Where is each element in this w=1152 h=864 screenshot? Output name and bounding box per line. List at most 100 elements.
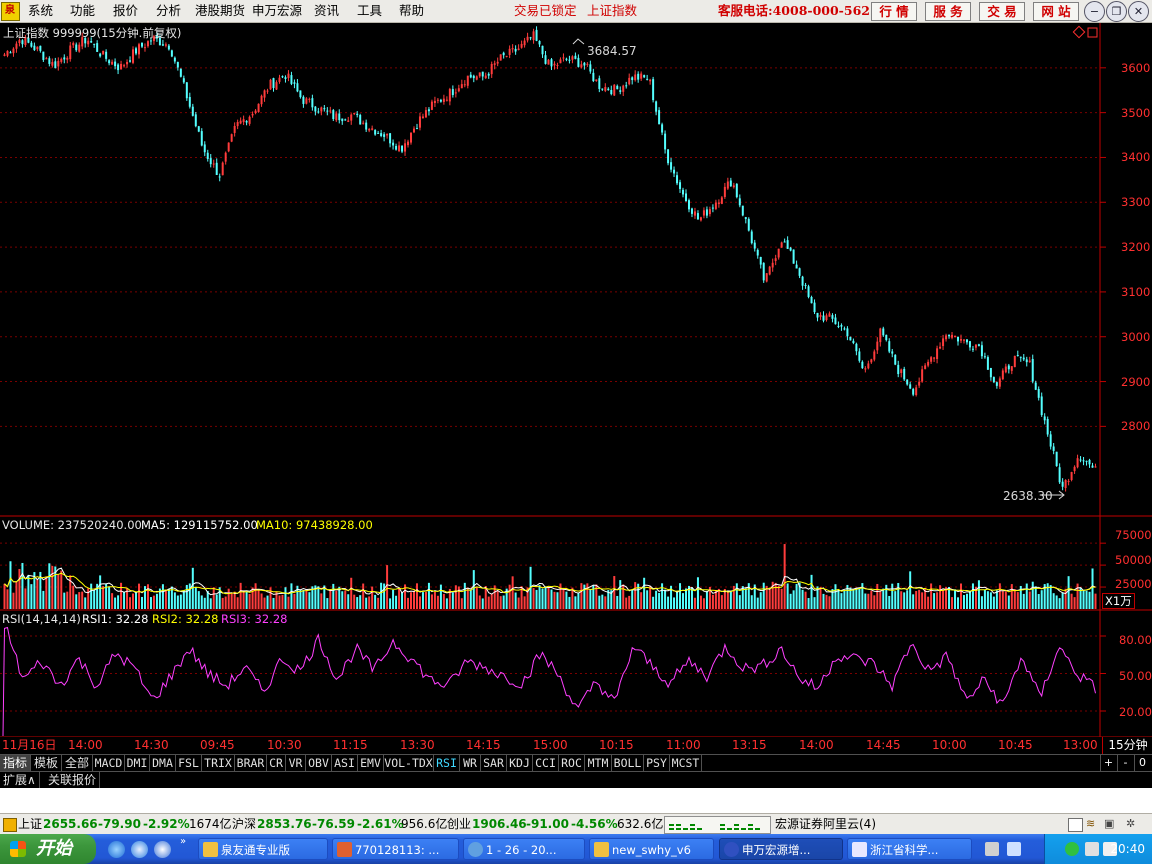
candle-body[interactable]: [864, 368, 867, 370]
candle-body[interactable]: [508, 48, 511, 55]
volume-bar[interactable]: [466, 587, 469, 609]
candle-body[interactable]: [762, 262, 765, 281]
volume-bar[interactable]: [759, 592, 762, 609]
volume-bar[interactable]: [215, 594, 218, 609]
volume-bar[interactable]: [424, 591, 427, 609]
candle-body[interactable]: [1037, 389, 1040, 398]
minimize-icon[interactable]: −: [1084, 1, 1105, 22]
candle-body[interactable]: [248, 116, 251, 124]
volume-bar[interactable]: [102, 586, 105, 609]
candle-body[interactable]: [1088, 459, 1091, 465]
status-alert-icon[interactable]: [3, 818, 17, 832]
candle-body[interactable]: [954, 335, 957, 337]
candle-body[interactable]: [415, 128, 418, 130]
candle-body[interactable]: [341, 118, 344, 122]
volume-bar[interactable]: [90, 583, 93, 609]
candle-body[interactable]: [111, 61, 114, 65]
volume-bar[interactable]: [598, 595, 601, 609]
candle-body[interactable]: [664, 133, 667, 150]
volume-bar[interactable]: [840, 593, 843, 609]
candle-body[interactable]: [786, 240, 789, 249]
candle-body[interactable]: [445, 99, 448, 101]
volume-bar[interactable]: [188, 583, 191, 609]
candle-body[interactable]: [849, 336, 852, 341]
candle-body[interactable]: [499, 54, 502, 61]
candle-body[interactable]: [380, 133, 383, 137]
volume-bar[interactable]: [347, 594, 350, 609]
candle-body[interactable]: [454, 92, 457, 94]
volume-bar[interactable]: [1034, 586, 1037, 609]
candle-body[interactable]: [900, 369, 903, 374]
tab-cr[interactable]: CR: [267, 755, 286, 771]
candle-body[interactable]: [117, 64, 120, 71]
candle-body[interactable]: [230, 134, 233, 142]
candle-body[interactable]: [798, 268, 801, 276]
candle-body[interactable]: [747, 218, 750, 231]
candle-body[interactable]: [992, 377, 995, 383]
website-button[interactable]: 网 站: [1033, 2, 1079, 21]
candle-body[interactable]: [876, 341, 879, 351]
candle-body[interactable]: [879, 328, 882, 343]
candle-body[interactable]: [933, 357, 936, 359]
candle-body[interactable]: [129, 60, 132, 62]
volume-bar[interactable]: [60, 570, 63, 609]
candle-body[interactable]: [726, 181, 729, 189]
candle-body[interactable]: [179, 68, 182, 77]
candle-body[interactable]: [640, 73, 643, 79]
volume-bar[interactable]: [954, 589, 957, 609]
volume-bar[interactable]: [867, 593, 870, 609]
candle-body[interactable]: [977, 344, 980, 346]
menu-tools[interactable]: 工具: [357, 3, 382, 18]
volume-bar[interactable]: [99, 575, 102, 609]
candle-body[interactable]: [825, 315, 828, 321]
volume-bar[interactable]: [353, 594, 356, 609]
volume-bar[interactable]: [825, 594, 828, 609]
candle-body[interactable]: [714, 202, 717, 209]
volume-bar[interactable]: [410, 592, 413, 609]
volume-bar[interactable]: [726, 590, 729, 609]
restore-icon[interactable]: ❐: [1106, 1, 1127, 22]
volume-bar[interactable]: [9, 561, 12, 609]
candle-body[interactable]: [1016, 354, 1019, 356]
volume-bar[interactable]: [1061, 592, 1064, 609]
volume-bar[interactable]: [685, 588, 688, 609]
volume-bar[interactable]: [30, 584, 33, 609]
candle-body[interactable]: [269, 79, 272, 90]
candle-body[interactable]: [1064, 480, 1067, 489]
candle-body[interactable]: [206, 152, 209, 159]
candle-body[interactable]: [263, 90, 266, 98]
candle-body[interactable]: [649, 79, 652, 82]
candle-body[interactable]: [995, 382, 998, 386]
volume-bar[interactable]: [1094, 593, 1097, 609]
volume-bars[interactable]: [3, 544, 1097, 609]
candle-body[interactable]: [1022, 357, 1025, 360]
volume-bar[interactable]: [445, 598, 448, 609]
menu-system[interactable]: 系统: [28, 3, 53, 18]
volume-bar[interactable]: [6, 589, 9, 609]
volume-bar[interactable]: [3, 583, 6, 609]
volume-bar[interactable]: [278, 595, 281, 609]
candle-body[interactable]: [607, 88, 610, 91]
candle-body[interactable]: [374, 130, 377, 135]
candle-body[interactable]: [421, 116, 424, 119]
volume-bar[interactable]: [837, 589, 840, 609]
candle-body[interactable]: [487, 73, 490, 76]
candle-body[interactable]: [951, 334, 954, 338]
candle-body[interactable]: [424, 110, 427, 118]
zoom-out-button[interactable]: -: [1117, 755, 1133, 771]
candle-body[interactable]: [870, 359, 873, 363]
candle-body[interactable]: [867, 363, 870, 369]
candle-body[interactable]: [915, 387, 918, 396]
volume-bar[interactable]: [266, 595, 269, 609]
volume-bar[interactable]: [977, 580, 980, 609]
candle-body[interactable]: [529, 37, 532, 39]
candle-body[interactable]: [1073, 466, 1076, 472]
volume-bar[interactable]: [983, 589, 986, 609]
candle-body[interactable]: [756, 249, 759, 256]
volume-bar[interactable]: [1052, 593, 1055, 609]
candle-body[interactable]: [577, 57, 580, 67]
volume-bar[interactable]: [1010, 584, 1013, 609]
volume-bar[interactable]: [959, 583, 962, 609]
volume-bar[interactable]: [580, 583, 583, 609]
candle-body[interactable]: [54, 61, 57, 69]
